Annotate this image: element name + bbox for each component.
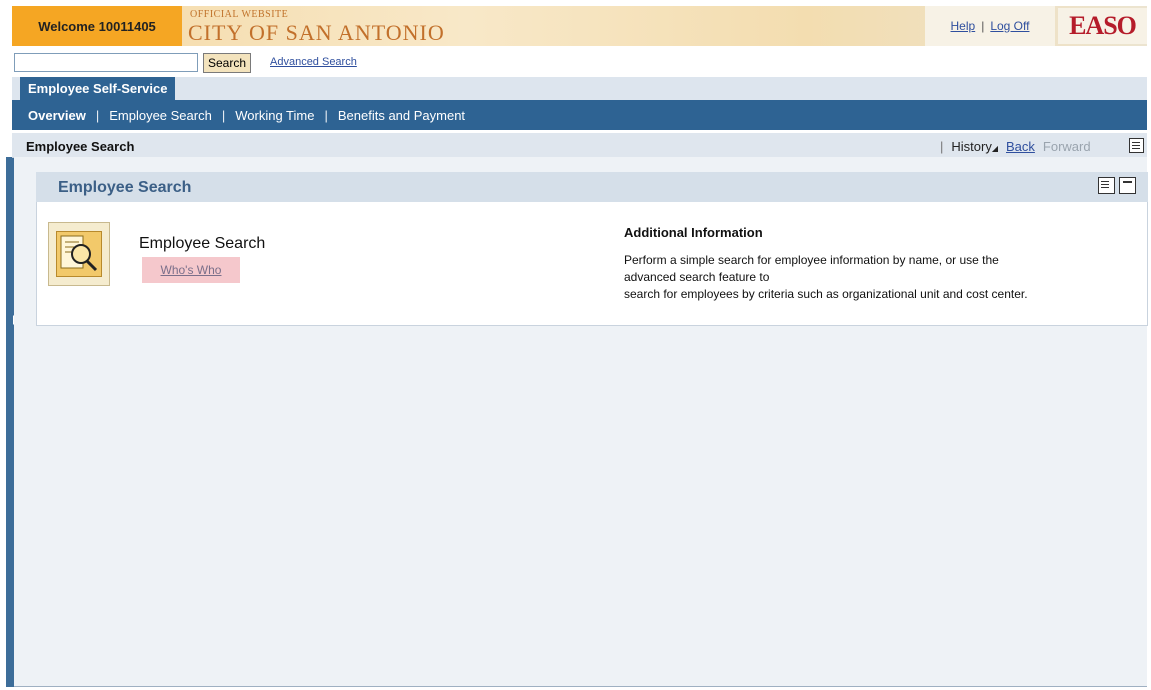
easo-logo: EASO <box>1058 8 1147 44</box>
subnav-separator: | <box>95 107 100 123</box>
minimize-icon[interactable] <box>1119 177 1136 194</box>
navigation-panel-toggle[interactable] <box>6 157 18 687</box>
history-menu[interactable]: History◢ <box>951 139 998 154</box>
panel-header <box>36 172 1148 202</box>
welcome-message: Welcome 10011405 <box>12 6 182 46</box>
search-button[interactable]: Search <box>203 53 252 73</box>
header-separator: | <box>981 19 985 33</box>
history-separator: | <box>940 139 944 154</box>
advanced-search-link[interactable]: Advanced Search <box>270 56 357 68</box>
subnav-working-time[interactable]: Working Time <box>235 108 314 123</box>
history-label: History <box>951 139 992 154</box>
whos-who-highlight: Who's Who <box>142 257 240 283</box>
sub-navigation: Overview | Employee Search | Working Tim… <box>12 100 1147 130</box>
subnav-separator: | <box>324 107 328 123</box>
subnav-separator: | <box>221 107 226 123</box>
service-title: Employee Search <box>139 235 266 252</box>
back-link[interactable]: Back <box>1006 139 1035 154</box>
panel-title: Employee Search <box>58 179 192 196</box>
subnav-benefits-and-payment[interactable]: Benefits and Payment <box>338 108 465 123</box>
history-navigation: | History◢ Back Forward <box>940 139 1091 154</box>
subnav-employee-search[interactable]: Employee Search <box>109 108 212 123</box>
whos-who-link[interactable]: Who's Who <box>161 263 222 277</box>
info-line: search for employees by criteria such as… <box>624 287 1028 301</box>
logo-official-website: OFFICIAL WEBSITE <box>190 9 289 20</box>
info-line: advanced search feature to <box>624 270 770 284</box>
document-magnifier-icon <box>56 231 102 277</box>
bottom-border <box>14 686 1147 687</box>
subnav-overview[interactable]: Overview <box>28 108 86 123</box>
tab-employee-self-service[interactable]: Employee Self-Service <box>20 77 176 100</box>
panel-menu-icon[interactable] <box>1098 177 1115 194</box>
page-menu-icon[interactable] <box>1129 138 1144 153</box>
help-link[interactable]: Help <box>951 19 976 33</box>
additional-information-title: Additional Information <box>624 225 763 240</box>
forward-link: Forward <box>1042 139 1091 154</box>
employee-search-icon[interactable] <box>48 222 110 286</box>
header-links: Help | Log Off <box>925 6 1055 46</box>
search-input[interactable] <box>14 53 198 72</box>
dropdown-triangle-icon: ◢ <box>991 144 998 153</box>
panel-controls <box>1098 177 1136 194</box>
info-line: Perform a simple search for employee inf… <box>624 253 999 267</box>
logo-city-name: CITY OF SAN ANTONIO <box>188 20 445 45</box>
tab-strip <box>12 77 1147 100</box>
page-title: Employee Search <box>26 139 135 154</box>
additional-information-text: Perform a simple search for employee inf… <box>624 252 1124 303</box>
logoff-link[interactable]: Log Off <box>990 19 1029 33</box>
